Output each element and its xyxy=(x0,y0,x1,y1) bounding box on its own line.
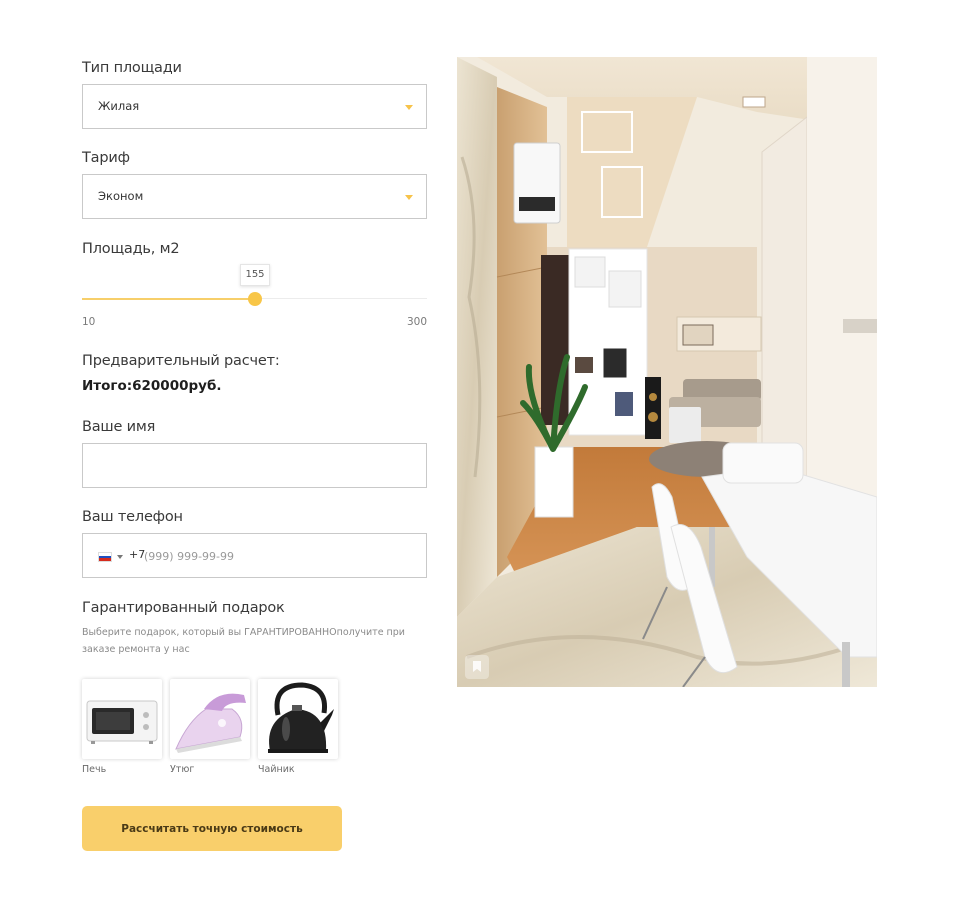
name-label: Ваше имя xyxy=(82,419,156,435)
slider-handle[interactable] xyxy=(248,292,262,306)
chevron-down-icon xyxy=(405,105,413,110)
area-type-select[interactable]: Жилая xyxy=(82,84,427,129)
area-slider[interactable]: 155 10 300 xyxy=(82,262,427,332)
phone-field[interactable]: +7 xyxy=(82,533,427,578)
name-input[interactable] xyxy=(82,443,427,488)
phone-country-code: +7 xyxy=(129,548,146,561)
tariff-label: Тариф xyxy=(82,150,130,166)
gift-option-label: Печь xyxy=(82,764,107,775)
estimate-total: Итого:620000руб. xyxy=(82,378,222,394)
chevron-down-icon[interactable] xyxy=(117,555,123,559)
gift-option-iron[interactable]: Утюг xyxy=(170,679,250,775)
ru-flag-icon[interactable] xyxy=(98,552,112,562)
gift-title: Гарантированный подарок xyxy=(82,600,285,616)
microwave-oven-icon[interactable] xyxy=(82,679,162,759)
kettle-icon[interactable] xyxy=(258,679,338,759)
estimate-label: Предварительный расчет: xyxy=(82,353,280,369)
bookmark-icon[interactable] xyxy=(465,655,489,679)
phone-input[interactable] xyxy=(144,546,344,566)
calculate-button[interactable]: Рассчитать точную стоимость xyxy=(82,806,342,851)
tariff-select[interactable]: Эконом xyxy=(82,174,427,219)
iron-icon[interactable] xyxy=(170,679,250,759)
tariff-value: Эконом xyxy=(98,189,144,203)
slider-fill xyxy=(82,298,255,300)
slider-value-tooltip: 155 xyxy=(240,264,270,286)
area-type-value: Жилая xyxy=(98,99,140,113)
gift-option-label: Утюг xyxy=(170,764,195,775)
slider-max-label: 300 xyxy=(406,316,427,328)
gift-option-kettle[interactable]: Чайник xyxy=(258,679,338,775)
area-type-label: Тип площади xyxy=(82,60,182,76)
slider-min-label: 10 xyxy=(82,316,96,328)
gift-option-label: Чайник xyxy=(258,764,295,775)
phone-label: Ваш телефон xyxy=(82,509,183,525)
gift-description: Выберите подарок, который вы ГАРАНТИРОВА… xyxy=(82,627,405,655)
chevron-down-icon xyxy=(405,195,413,200)
interior-photo xyxy=(457,57,877,687)
area-label: Площадь, м2 xyxy=(82,241,180,257)
gift-option-oven[interactable]: Печь xyxy=(82,679,162,775)
